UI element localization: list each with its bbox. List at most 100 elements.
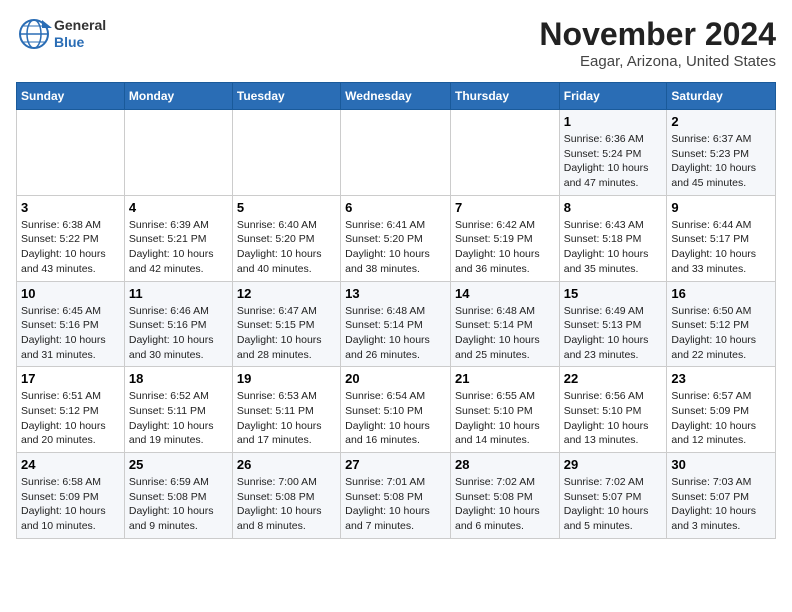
day-number: 13 xyxy=(345,286,446,301)
day-info: Sunrise: 7:01 AMSunset: 5:08 PMDaylight:… xyxy=(345,475,446,534)
calendar-cell: 16 Sunrise: 6:50 AMSunset: 5:12 PMDayligh… xyxy=(667,281,776,367)
day-info: Sunrise: 6:41 AMSunset: 5:20 PMDaylight:… xyxy=(345,218,446,277)
col-header-tuesday: Tuesday xyxy=(232,83,340,110)
day-number: 14 xyxy=(455,286,555,301)
col-header-wednesday: Wednesday xyxy=(341,83,451,110)
calendar-cell: 6 Sunrise: 6:41 AMSunset: 5:20 PMDaylight… xyxy=(341,195,451,281)
logo-general: General xyxy=(54,17,106,34)
day-info: Sunrise: 6:39 AMSunset: 5:21 PMDaylight:… xyxy=(129,218,228,277)
calendar-cell xyxy=(17,110,125,196)
day-info: Sunrise: 6:43 AMSunset: 5:18 PMDaylight:… xyxy=(564,218,663,277)
day-number: 1 xyxy=(564,114,663,129)
day-number: 23 xyxy=(671,371,771,386)
logo-icon xyxy=(16,16,52,52)
calendar-cell: 25 Sunrise: 6:59 AMSunset: 5:08 PMDayligh… xyxy=(124,453,232,539)
calendar-cell xyxy=(124,110,232,196)
day-number: 8 xyxy=(564,200,663,215)
day-info: Sunrise: 6:59 AMSunset: 5:08 PMDaylight:… xyxy=(129,475,228,534)
day-info: Sunrise: 6:52 AMSunset: 5:11 PMDaylight:… xyxy=(129,389,228,448)
day-number: 5 xyxy=(237,200,336,215)
calendar-cell: 11Sunrise: 6:46 AMSunset: 5:16 PMDayligh… xyxy=(124,281,232,367)
day-info: Sunrise: 7:02 AMSunset: 5:07 PMDaylight:… xyxy=(564,475,663,534)
day-info: Sunrise: 6:42 AMSunset: 5:19 PMDaylight:… xyxy=(455,218,555,277)
day-number: 20 xyxy=(345,371,446,386)
calendar-cell: 7 Sunrise: 6:42 AMSunset: 5:19 PMDaylight… xyxy=(450,195,559,281)
day-info: Sunrise: 6:54 AMSunset: 5:10 PMDaylight:… xyxy=(345,389,446,448)
calendar-cell: 13 Sunrise: 6:48 AMSunset: 5:14 PMDayligh… xyxy=(341,281,451,367)
calendar-cell: 29 Sunrise: 7:02 AMSunset: 5:07 PMDayligh… xyxy=(559,453,667,539)
day-info: Sunrise: 6:44 AMSunset: 5:17 PMDaylight:… xyxy=(671,218,771,277)
day-info: Sunrise: 7:03 AMSunset: 5:07 PMDaylight:… xyxy=(671,475,771,534)
day-number: 3 xyxy=(21,200,120,215)
calendar-cell: 21 Sunrise: 6:55 AMSunset: 5:10 PMDayligh… xyxy=(450,367,559,453)
logo-blue: Blue xyxy=(54,34,106,51)
page-subtitle: Eagar, Arizona, United States xyxy=(539,53,776,70)
day-info: Sunrise: 6:56 AMSunset: 5:10 PMDaylight:… xyxy=(564,389,663,448)
day-number: 29 xyxy=(564,457,663,472)
day-number: 7 xyxy=(455,200,555,215)
day-info: Sunrise: 6:40 AMSunset: 5:20 PMDaylight:… xyxy=(237,218,336,277)
calendar-cell: 23 Sunrise: 6:57 AMSunset: 5:09 PMDayligh… xyxy=(667,367,776,453)
page-header: General Blue November 2024 Eagar, Arizon… xyxy=(16,16,776,70)
day-number: 19 xyxy=(237,371,336,386)
day-info: Sunrise: 6:55 AMSunset: 5:10 PMDaylight:… xyxy=(455,389,555,448)
day-number: 16 xyxy=(671,286,771,301)
col-header-sunday: Sunday xyxy=(17,83,125,110)
day-info: Sunrise: 6:45 AMSunset: 5:16 PMDaylight:… xyxy=(21,304,120,363)
day-info: Sunrise: 6:53 AMSunset: 5:11 PMDaylight:… xyxy=(237,389,336,448)
day-number: 18 xyxy=(129,371,228,386)
calendar-cell: 18 Sunrise: 6:52 AMSunset: 5:11 PMDayligh… xyxy=(124,367,232,453)
day-info: Sunrise: 7:00 AMSunset: 5:08 PMDaylight:… xyxy=(237,475,336,534)
day-number: 9 xyxy=(671,200,771,215)
day-number: 17 xyxy=(21,371,120,386)
day-number: 2 xyxy=(671,114,771,129)
calendar-cell xyxy=(450,110,559,196)
calendar-cell: 17 Sunrise: 6:51 AMSunset: 5:12 PMDayligh… xyxy=(17,367,125,453)
calendar-cell: 4 Sunrise: 6:39 AMSunset: 5:21 PMDaylight… xyxy=(124,195,232,281)
day-info: Sunrise: 6:48 AMSunset: 5:14 PMDaylight:… xyxy=(455,304,555,363)
calendar-cell: 2 Sunrise: 6:37 AMSunset: 5:23 PMDaylight… xyxy=(667,110,776,196)
day-number: 26 xyxy=(237,457,336,472)
day-info: Sunrise: 6:47 AMSunset: 5:15 PMDaylight:… xyxy=(237,304,336,363)
calendar-cell: 19 Sunrise: 6:53 AMSunset: 5:11 PMDayligh… xyxy=(232,367,340,453)
day-info: Sunrise: 7:02 AMSunset: 5:08 PMDaylight:… xyxy=(455,475,555,534)
day-number: 12 xyxy=(237,286,336,301)
day-info: Sunrise: 6:46 AMSunset: 5:16 PMDaylight:… xyxy=(129,304,228,363)
calendar-cell: 12 Sunrise: 6:47 AMSunset: 5:15 PMDayligh… xyxy=(232,281,340,367)
logo: General Blue xyxy=(16,16,106,52)
day-number: 15 xyxy=(564,286,663,301)
calendar-cell: 1 Sunrise: 6:36 AMSunset: 5:24 PMDaylight… xyxy=(559,110,667,196)
day-number: 27 xyxy=(345,457,446,472)
calendar-cell: 3 Sunrise: 6:38 AMSunset: 5:22 PMDaylight… xyxy=(17,195,125,281)
day-number: 4 xyxy=(129,200,228,215)
day-info: Sunrise: 6:58 AMSunset: 5:09 PMDaylight:… xyxy=(21,475,120,534)
col-header-saturday: Saturday xyxy=(667,83,776,110)
calendar-cell: 30Sunrise: 7:03 AMSunset: 5:07 PMDayligh… xyxy=(667,453,776,539)
day-info: Sunrise: 6:38 AMSunset: 5:22 PMDaylight:… xyxy=(21,218,120,277)
calendar-cell: 24Sunrise: 6:58 AMSunset: 5:09 PMDayligh… xyxy=(17,453,125,539)
calendar-table: SundayMondayTuesdayWednesdayThursdayFrid… xyxy=(16,82,776,539)
day-info: Sunrise: 6:36 AMSunset: 5:24 PMDaylight:… xyxy=(564,132,663,191)
day-info: Sunrise: 6:37 AMSunset: 5:23 PMDaylight:… xyxy=(671,132,771,191)
calendar-cell: 26 Sunrise: 7:00 AMSunset: 5:08 PMDayligh… xyxy=(232,453,340,539)
day-info: Sunrise: 6:48 AMSunset: 5:14 PMDaylight:… xyxy=(345,304,446,363)
calendar-cell: 20 Sunrise: 6:54 AMSunset: 5:10 PMDayligh… xyxy=(341,367,451,453)
day-number: 6 xyxy=(345,200,446,215)
col-header-monday: Monday xyxy=(124,83,232,110)
day-info: Sunrise: 6:57 AMSunset: 5:09 PMDaylight:… xyxy=(671,389,771,448)
calendar-cell: 28Sunrise: 7:02 AMSunset: 5:08 PMDayligh… xyxy=(450,453,559,539)
day-number: 10 xyxy=(21,286,120,301)
day-number: 25 xyxy=(129,457,228,472)
calendar-cell: 5 Sunrise: 6:40 AMSunset: 5:20 PMDaylight… xyxy=(232,195,340,281)
col-header-friday: Friday xyxy=(559,83,667,110)
page-title: November 2024 xyxy=(539,16,776,53)
calendar-cell: 22 Sunrise: 6:56 AMSunset: 5:10 PMDayligh… xyxy=(559,367,667,453)
day-number: 21 xyxy=(455,371,555,386)
calendar-cell: 9 Sunrise: 6:44 AMSunset: 5:17 PMDaylight… xyxy=(667,195,776,281)
calendar-cell: 8 Sunrise: 6:43 AMSunset: 5:18 PMDaylight… xyxy=(559,195,667,281)
day-info: Sunrise: 6:50 AMSunset: 5:12 PMDaylight:… xyxy=(671,304,771,363)
calendar-cell: 14 Sunrise: 6:48 AMSunset: 5:14 PMDayligh… xyxy=(450,281,559,367)
day-info: Sunrise: 6:51 AMSunset: 5:12 PMDaylight:… xyxy=(21,389,120,448)
calendar-cell: 27 Sunrise: 7:01 AMSunset: 5:08 PMDayligh… xyxy=(341,453,451,539)
day-number: 22 xyxy=(564,371,663,386)
